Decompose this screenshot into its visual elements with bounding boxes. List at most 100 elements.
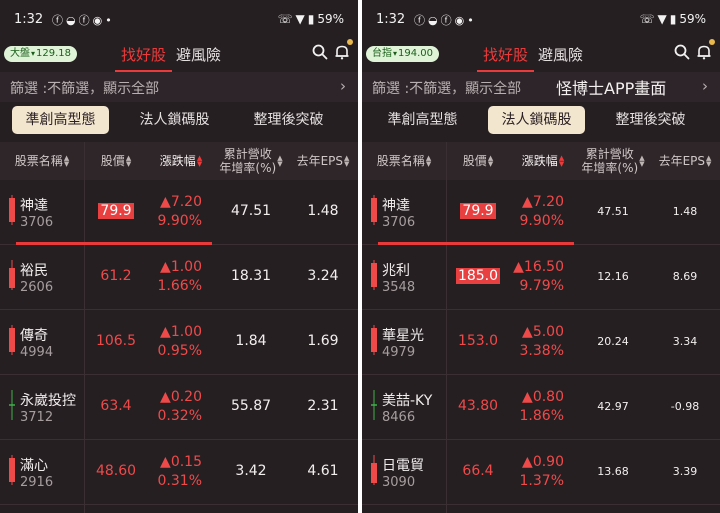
stock-row[interactable]: 滿心 2916 48.60 ▲0.15 0.31% 3.42 4.61 bbox=[0, 441, 358, 505]
header-price[interactable]: 股價 ▲ ▼ bbox=[446, 142, 510, 180]
change-value: ▲16.50 bbox=[513, 259, 564, 275]
header-revenue-label: 累計營收 年增率(%) bbox=[219, 147, 277, 175]
header-change-label: 漲跌幅 bbox=[521, 154, 558, 168]
stock-row[interactable]: 兆利 3548 185.0 ▲16.50 9.79% 12.16 8.69 bbox=[362, 246, 720, 310]
search-icon[interactable] bbox=[674, 44, 690, 60]
subtab-near-high[interactable]: 準創高型態 bbox=[374, 106, 471, 134]
revenue-growth: 20.24 bbox=[597, 335, 629, 348]
subtab-breakout[interactable]: 整理後突破 bbox=[240, 106, 337, 134]
change-percent: 0.95% bbox=[157, 343, 202, 359]
candlestick-icon bbox=[371, 325, 377, 355]
candlestick-icon bbox=[9, 325, 15, 355]
stock-row[interactable]: 華星光 4979 153.0 ▲5.00 3.38% 20.24 3.34 bbox=[362, 311, 720, 375]
messenger-icon: ◒ bbox=[66, 14, 79, 27]
filter-bar[interactable]: 篩選 :不篩選，顯示全部 怪博士APP畫面 › bbox=[362, 72, 720, 102]
stock-row[interactable]: 神達 3706 79.9 ▲7.20 9.90% 47.51 1.48 bbox=[0, 181, 358, 245]
tab-find-good-stocks[interactable]: 找好股 bbox=[114, 44, 173, 72]
chevron-right-icon[interactable]: › bbox=[340, 77, 346, 95]
header-revenue-growth[interactable]: 累計營收 年增率(%) ▲ ▼ bbox=[214, 142, 288, 180]
subtab-breakout[interactable]: 整理後突破 bbox=[602, 106, 699, 134]
chevron-right-icon[interactable]: › bbox=[702, 77, 708, 95]
sort-icon: ▲ ▼ bbox=[277, 154, 283, 168]
stock-code: 3548 bbox=[382, 280, 416, 295]
header-change-label: 漲跌幅 bbox=[159, 154, 196, 168]
down-arrow-icon: ▾ bbox=[31, 49, 36, 58]
last-year-eps: -0.98 bbox=[670, 400, 700, 413]
subtab-institutional-lock[interactable]: 法人鎖碼股 bbox=[488, 106, 585, 134]
change-percent: 0.32% bbox=[157, 408, 202, 424]
market-index-badge[interactable]: 大盤▾129.18 bbox=[4, 46, 78, 62]
change-percent: 1.86% bbox=[519, 408, 564, 424]
change-value: ▲0.90 bbox=[522, 454, 564, 470]
bell-icon[interactable] bbox=[334, 44, 350, 60]
bell-icon[interactable] bbox=[696, 44, 712, 60]
tab-find-good-stocks[interactable]: 找好股 bbox=[476, 44, 535, 72]
stock-code: 2916 bbox=[20, 475, 54, 490]
line-icon: ◉ bbox=[92, 14, 106, 27]
candlestick-icon bbox=[9, 195, 15, 225]
market-index-value: 194.00 bbox=[398, 48, 434, 59]
top-bar: 台指▾194.00 找好股 避風險 bbox=[362, 39, 720, 72]
subtab-institutional-lock[interactable]: 法人鎖碼股 bbox=[126, 106, 223, 134]
header-price[interactable]: 股價 ▲ ▼ bbox=[84, 142, 148, 180]
header-eps[interactable]: 去年EPS ▲ ▼ bbox=[288, 142, 358, 180]
stock-name: 裕民 bbox=[20, 263, 48, 279]
stock-name: 傳奇 bbox=[20, 328, 48, 344]
system-icons: ☏ ▼ ▮ 59% bbox=[274, 12, 344, 26]
sort-icon: ▲ ▼ bbox=[125, 154, 132, 168]
subtab-near-high[interactable]: 準創高型態 bbox=[12, 106, 109, 134]
stock-row[interactable]: 裕民 2606 61.2 ▲1.00 1.66% 18.31 3.24 bbox=[0, 246, 358, 310]
revenue-growth: 3.42 bbox=[235, 463, 267, 479]
revenue-growth: 1.84 bbox=[235, 333, 267, 349]
market-index-badge[interactable]: 台指▾194.00 bbox=[366, 46, 440, 62]
tab-avoid-risk[interactable]: 避風險 bbox=[176, 44, 221, 65]
tab-avoid-risk[interactable]: 避風險 bbox=[538, 44, 583, 65]
right-phone-screen: 1:32 ⓕ◒ⓕ◉• ☏ ▼ ▮ 59% 台指▾194.00 找好股 避風險 篩選 :… bbox=[362, 0, 720, 513]
market-index-label: 大盤 bbox=[10, 48, 30, 59]
header-stock-name[interactable]: 股票名稱 ▲ ▼ bbox=[0, 142, 84, 180]
last-year-eps: 1.48 bbox=[307, 203, 339, 219]
last-year-eps: 3.34 bbox=[672, 335, 698, 348]
facebook-icon: ⓕ bbox=[78, 14, 93, 27]
more-dot-icon: • bbox=[105, 14, 115, 27]
stock-row[interactable]: 神達 3706 79.9 ▲7.20 9.90% 47.51 1.48 bbox=[362, 181, 720, 245]
notification-dot bbox=[709, 39, 715, 45]
header-eps[interactable]: 去年EPS ▲ ▼ bbox=[650, 142, 720, 180]
stock-price: 185.0 bbox=[455, 268, 501, 284]
filter-bar[interactable]: 篩選 :不篩選，顯示全部 › bbox=[0, 72, 358, 102]
battery-level: 59% bbox=[317, 12, 344, 26]
sort-icon: ▲ ▼ bbox=[706, 154, 712, 168]
revenue-growth: 47.51 bbox=[230, 203, 272, 219]
header-stock-name[interactable]: 股票名稱 ▲ ▼ bbox=[362, 142, 446, 180]
header-eps-label: 去年EPS bbox=[296, 154, 344, 168]
stock-name: 美喆-KY bbox=[382, 393, 433, 409]
stock-row[interactable]: 日電貿 3090 66.4 ▲0.90 1.37% 13.68 3.39 bbox=[362, 441, 720, 505]
stock-name: 永崴投控 bbox=[20, 393, 76, 409]
facebook-icon: ⓕ bbox=[440, 14, 455, 27]
status-time: 1:32 bbox=[14, 12, 44, 27]
header-change[interactable]: 漲跌幅 ▲ ▼ bbox=[148, 142, 214, 180]
status-bar: 1:32 ⓕ◒ⓕ◉• ☏ ▼ ▮ 59% bbox=[362, 8, 720, 32]
red-separator bbox=[16, 242, 212, 245]
stock-change: ▲1.00 1.66% bbox=[148, 258, 202, 296]
stock-row[interactable]: 永崴投控 3712 63.4 ▲0.20 0.32% 55.87 2.31 bbox=[0, 376, 358, 440]
stock-change: ▲5.00 3.38% bbox=[510, 323, 564, 361]
messenger-icon: ◒ bbox=[428, 14, 441, 27]
sort-desc-icon: ▲ ▼ bbox=[558, 154, 565, 168]
header-price-label: 股價 bbox=[462, 154, 487, 168]
battery-icon: ▮ bbox=[669, 12, 677, 26]
stock-change: ▲0.15 0.31% bbox=[148, 453, 202, 491]
battery-icon: ▮ bbox=[307, 12, 315, 26]
stock-name: 日電貿 bbox=[382, 458, 424, 474]
revenue-growth: 12.16 bbox=[597, 270, 629, 283]
line-icon: ◉ bbox=[454, 14, 468, 27]
stock-row[interactable]: 美喆-KY 8466 43.80 ▲0.80 1.86% 42.97 -0.98 bbox=[362, 376, 720, 440]
header-revenue-growth[interactable]: 累計營收 年增率(%) ▲ ▼ bbox=[576, 142, 650, 180]
top-bar: 大盤▾129.18 找好股 避風險 bbox=[0, 39, 358, 72]
header-change[interactable]: 漲跌幅 ▲ ▼ bbox=[510, 142, 576, 180]
stock-row[interactable]: 傳奇 4994 106.5 ▲1.00 0.95% 1.84 1.69 bbox=[0, 311, 358, 375]
search-icon[interactable] bbox=[312, 44, 328, 60]
sort-desc-icon: ▲ ▼ bbox=[196, 154, 203, 168]
stock-change: ▲7.20 9.90% bbox=[148, 193, 202, 231]
change-value: ▲1.00 bbox=[160, 324, 202, 340]
